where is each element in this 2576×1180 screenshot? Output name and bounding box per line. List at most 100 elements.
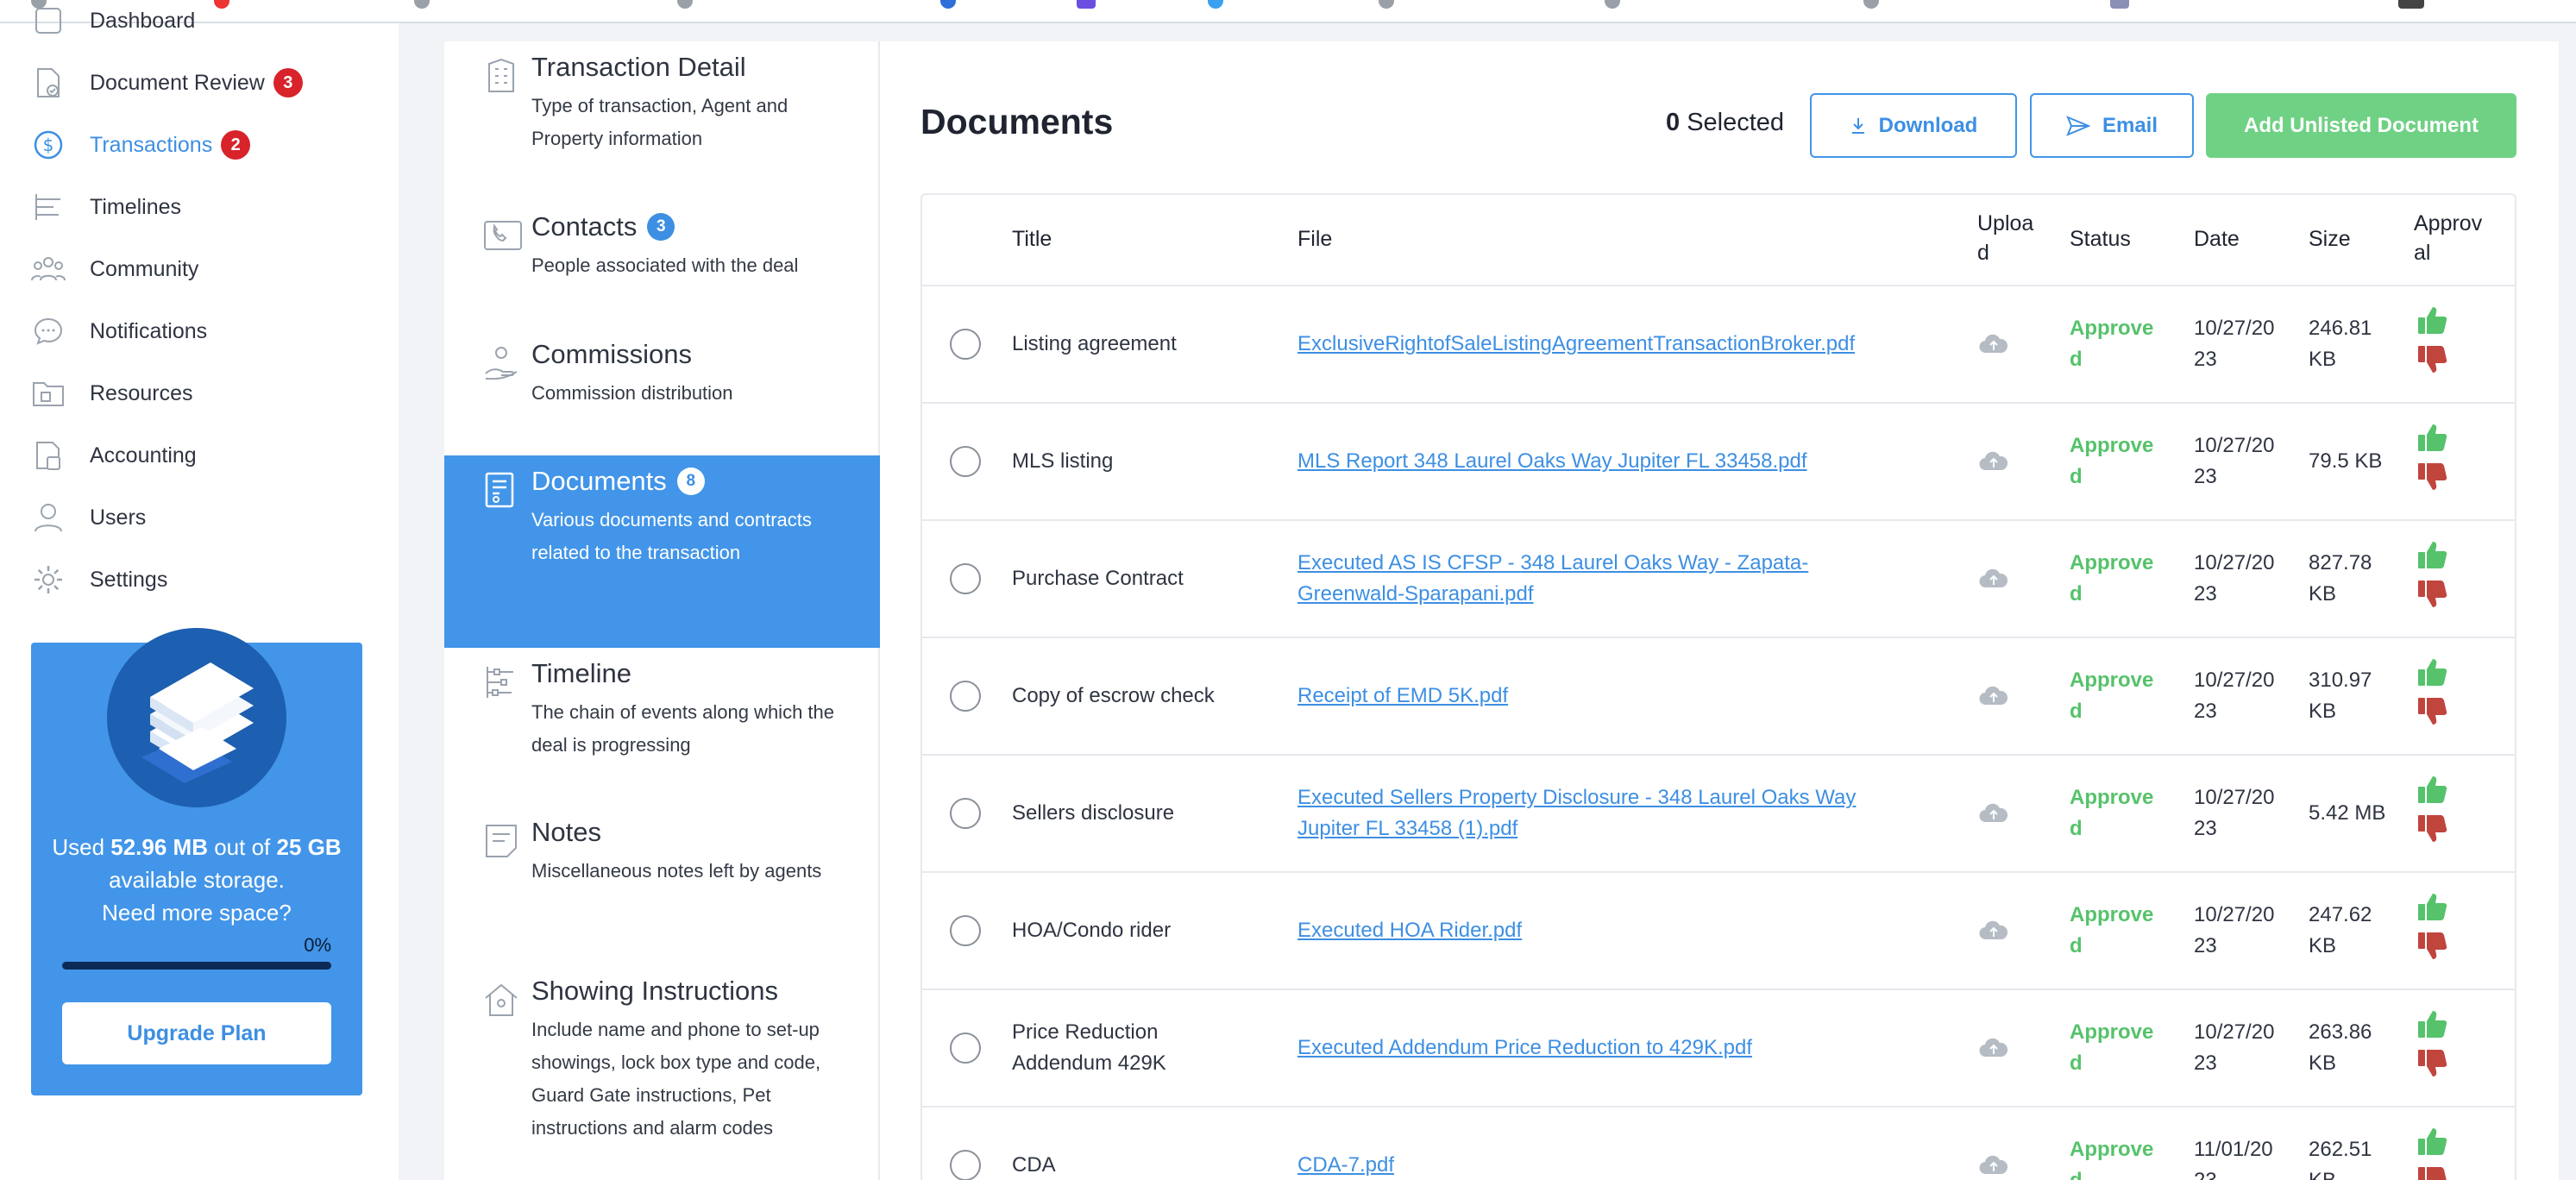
timelines-icon xyxy=(31,190,66,224)
sidebar-item-settings[interactable]: Settings xyxy=(31,558,376,601)
section-commissions[interactable]: Commissions Commission distribution xyxy=(444,329,880,455)
status-badge: Approve d xyxy=(2070,786,2154,840)
documents-panel: Documents 0 Selected Download Email Add … xyxy=(880,41,2559,1180)
upload-cloud-icon[interactable] xyxy=(1978,567,2009,591)
thumbs-down-icon[interactable] xyxy=(2416,930,2449,963)
download-button[interactable]: Download xyxy=(1810,93,2017,158)
thumbs-down-icon[interactable] xyxy=(2416,1047,2449,1080)
sidebar-item-notifications[interactable]: Notifications xyxy=(31,310,376,353)
thumbs-down-icon[interactable] xyxy=(2416,578,2449,611)
thumbs-up-icon[interactable] xyxy=(2416,421,2449,454)
thumbs-down-icon[interactable] xyxy=(2416,343,2449,376)
table-row: Copy of escrow check Receipt of EMD 5K.pd… xyxy=(922,638,2515,756)
file-link-text[interactable]: Receipt of EMD 5K.pdf xyxy=(1297,684,1508,707)
status-badge: Approve d xyxy=(2070,317,2154,371)
thumbs-up-icon[interactable] xyxy=(2416,1125,2449,1158)
document-date: 10/27/20 23 xyxy=(2194,903,2275,957)
document-file-link[interactable]: MLS Report 348 Laurel Oaks Way Jupiter F… xyxy=(1297,446,1953,477)
upload-cloud-icon[interactable] xyxy=(1978,1036,2009,1060)
phone-book-icon xyxy=(482,217,522,254)
thumbs-up-icon[interactable] xyxy=(2416,538,2449,571)
sidebar-item-document-review[interactable]: Document Review 3 xyxy=(31,61,376,104)
upload-cloud-icon[interactable] xyxy=(1978,449,2009,474)
section-description: Include name and phone to set-up showing… xyxy=(531,1019,821,1139)
document-file-link[interactable]: Executed Sellers Property Disclosure - 3… xyxy=(1297,782,1953,844)
badge-count: 3 xyxy=(273,68,303,97)
bookmark-icon[interactable] xyxy=(677,0,693,9)
bookmark-icon[interactable] xyxy=(1605,0,1620,9)
file-link-text[interactable]: Executed Sellers Property Disclosure - 3… xyxy=(1297,786,1856,840)
upload-cloud-icon[interactable] xyxy=(1978,332,2009,356)
bookmark-icon[interactable] xyxy=(1077,0,1096,9)
sidebar-item-users[interactable]: Users xyxy=(31,496,376,539)
bookmark-icon[interactable] xyxy=(414,0,430,9)
add-unlisted-document-button[interactable]: Add Unlisted Document xyxy=(2206,93,2516,158)
file-link-text[interactable]: ExclusiveRightofSaleListingAgreementTran… xyxy=(1297,332,1855,355)
thumbs-up-icon[interactable] xyxy=(2416,773,2449,806)
column-header-title[interactable]: Title xyxy=(1012,224,1052,254)
bookmark-icon[interactable] xyxy=(1208,0,1223,9)
thumbs-down-icon[interactable] xyxy=(2416,461,2449,493)
section-showing-instructions[interactable]: Showing Instructions Include name and ph… xyxy=(444,965,880,1180)
thumbs-up-icon[interactable] xyxy=(2416,304,2449,336)
document-date: 10/27/20 23 xyxy=(2194,786,2275,840)
document-file-link[interactable]: Receipt of EMD 5K.pdf xyxy=(1297,681,1953,712)
upload-cloud-icon[interactable] xyxy=(1978,1153,2009,1177)
row-select-radio[interactable] xyxy=(950,1032,981,1064)
document-file-link[interactable]: Executed AS IS CFSP - 348 Laurel Oaks Wa… xyxy=(1297,548,1953,610)
file-link-text[interactable]: Executed HOA Rider.pdf xyxy=(1297,919,1522,942)
row-select-radio[interactable] xyxy=(950,798,981,829)
row-select-radio[interactable] xyxy=(950,915,981,946)
bookmark-icon[interactable] xyxy=(1863,0,1879,9)
document-file-link[interactable]: Executed HOA Rider.pdf xyxy=(1297,915,1953,946)
section-contacts[interactable]: Contacts 3 People associated with the dea… xyxy=(444,201,880,329)
sidebar-item-accounting[interactable]: Accounting xyxy=(31,434,376,477)
row-select-radio[interactable] xyxy=(950,681,981,712)
upload-cloud-icon[interactable] xyxy=(1978,684,2009,708)
sidebar-item-resources[interactable]: Resources xyxy=(31,372,376,415)
email-button[interactable]: Email xyxy=(2030,93,2194,158)
section-transaction-detail[interactable]: Transaction Detail Type of transaction, … xyxy=(444,41,880,201)
column-header-approval[interactable]: Approv al xyxy=(2414,209,2509,267)
bookmark-icon[interactable] xyxy=(940,0,956,9)
sidebar-item-transactions[interactable]: $ Transactions 2 xyxy=(31,123,376,166)
thumbs-down-icon[interactable] xyxy=(2416,1164,2449,1180)
sidebar-item-dashboard[interactable]: Dashboard xyxy=(31,0,376,42)
file-link-text[interactable]: Executed Addendum Price Reduction to 429… xyxy=(1297,1036,1752,1059)
row-select-radio[interactable] xyxy=(950,563,981,594)
status-badge: Approve d xyxy=(2070,551,2154,606)
section-timeline[interactable]: Timeline The chain of events along which… xyxy=(444,648,880,807)
sidebar-item-timelines[interactable]: Timelines xyxy=(31,185,376,229)
community-icon xyxy=(31,252,66,286)
file-link-text[interactable]: MLS Report 348 Laurel Oaks Way Jupiter F… xyxy=(1297,449,1807,473)
upload-cloud-icon[interactable] xyxy=(1978,801,2009,825)
document-file-link[interactable]: Executed Addendum Price Reduction to 429… xyxy=(1297,1032,1953,1064)
transaction-sections-panel: Transaction Detail Type of transaction, … xyxy=(444,41,880,1180)
thumbs-down-icon[interactable] xyxy=(2416,695,2449,728)
column-header-upload[interactable]: Uploa d xyxy=(1977,209,2046,267)
column-header-size[interactable]: Size xyxy=(2309,224,2351,254)
document-file-link[interactable]: ExclusiveRightofSaleListingAgreementTran… xyxy=(1297,329,1953,360)
thumbs-down-icon[interactable] xyxy=(2416,813,2449,845)
row-select-radio[interactable] xyxy=(950,1150,981,1180)
sidebar-item-community[interactable]: Community xyxy=(31,248,376,291)
file-link-text[interactable]: CDA-7.pdf xyxy=(1297,1153,1394,1177)
bookmark-icon[interactable] xyxy=(2110,0,2129,9)
thumbs-up-icon[interactable] xyxy=(2416,656,2449,688)
thumbs-up-icon[interactable] xyxy=(2416,1007,2449,1040)
column-header-date[interactable]: Date xyxy=(2194,224,2240,254)
thumbs-up-icon[interactable] xyxy=(2416,890,2449,923)
section-documents[interactable]: Documents 8 Various documents and contrac… xyxy=(444,455,880,648)
section-notes[interactable]: Notes Miscellaneous notes left by agents xyxy=(444,807,880,965)
column-header-status[interactable]: Status xyxy=(2070,224,2131,254)
section-description: Miscellaneous notes left by agents xyxy=(531,860,822,882)
bookmark-icon[interactable] xyxy=(1379,0,1394,9)
upload-cloud-icon[interactable] xyxy=(1978,919,2009,943)
document-file-link[interactable]: CDA-7.pdf xyxy=(1297,1150,1953,1180)
column-header-file[interactable]: File xyxy=(1297,224,1332,254)
upgrade-plan-button[interactable]: Upgrade Plan xyxy=(62,1002,331,1064)
menu-icon[interactable] xyxy=(2398,0,2424,9)
file-link-text[interactable]: Executed AS IS CFSP - 348 Laurel Oaks Wa… xyxy=(1297,551,1808,606)
row-select-radio[interactable] xyxy=(950,446,981,477)
row-select-radio[interactable] xyxy=(950,329,981,360)
